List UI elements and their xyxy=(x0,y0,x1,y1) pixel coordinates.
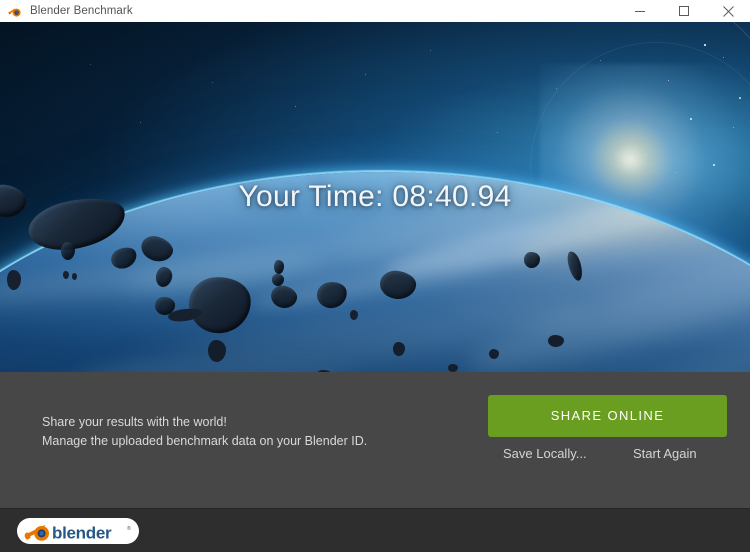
share-description-line1: Share your results with the world! xyxy=(42,415,227,429)
result-time-headline: Your Time: 08:40.94 xyxy=(238,180,512,213)
blender-benchmark-window: Blender Benchmark Your Time: 08:40.94 Sh… xyxy=(0,0,750,552)
hero-image: Your Time: 08:40.94 xyxy=(0,22,750,372)
close-icon xyxy=(722,5,734,17)
blender-logo: blender ® xyxy=(17,518,139,544)
share-description: Share your results with the world! Manag… xyxy=(42,413,407,451)
share-description-line2: Manage the uploaded benchmark data on yo… xyxy=(42,434,368,448)
start-again-button[interactable]: Start Again xyxy=(633,446,697,461)
close-button[interactable] xyxy=(706,0,750,22)
maximize-icon xyxy=(679,6,689,16)
maximize-button[interactable] xyxy=(662,0,706,22)
svg-text:blender: blender xyxy=(52,524,112,543)
footer-bar: blender ® xyxy=(0,508,750,552)
svg-text:®: ® xyxy=(127,525,131,532)
minimize-icon xyxy=(635,11,645,12)
window-title: Blender Benchmark xyxy=(30,5,133,17)
share-online-button[interactable]: SHARE ONLINE xyxy=(488,395,727,437)
share-panel: Share your results with the world! Manag… xyxy=(0,372,750,508)
minimize-button[interactable] xyxy=(618,0,662,22)
title-bar: Blender Benchmark xyxy=(0,0,750,23)
save-locally-button[interactable]: Save Locally... xyxy=(503,446,587,461)
blender-icon xyxy=(7,3,23,19)
